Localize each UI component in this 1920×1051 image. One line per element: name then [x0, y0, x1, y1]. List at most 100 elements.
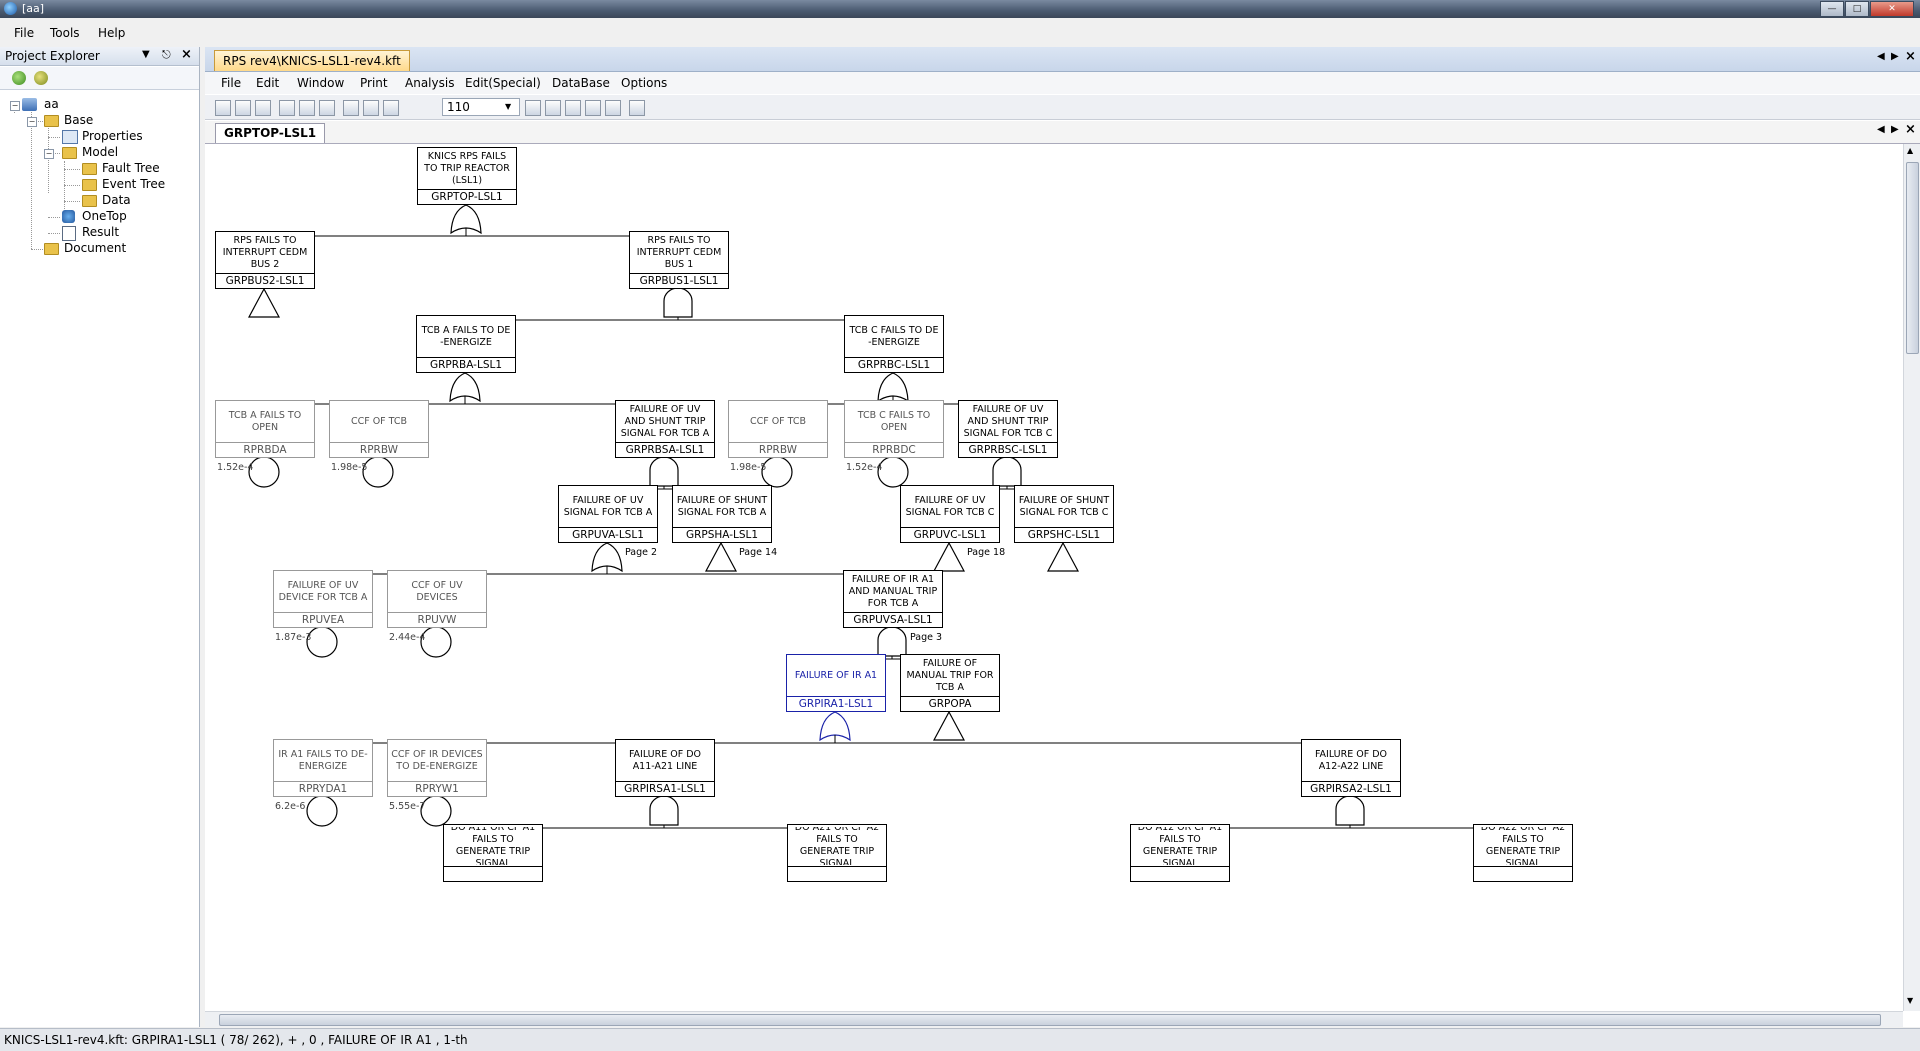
event-id: GRPRBSA-LSL1 [616, 442, 714, 458]
event-box-shc[interactable]: FAILURE OF SHUNT SIGNAL FOR TCB C GRPSHC-… [1014, 485, 1114, 543]
maximize-icon[interactable]: □ [1845, 1, 1869, 17]
dropdown-arrow-icon[interactable]: ▼ [142, 49, 150, 60]
tree-node-label: Properties [82, 129, 143, 143]
event-id: RPRYDA1 [274, 781, 372, 797]
event-box-rba[interactable]: TCB A FAILS TO DE -ENERGIZE GRPRBA-LSL1 [416, 315, 516, 373]
event-box-do-a11[interactable]: DO A11 OR CP A1 FAILS TO GENERATE TRIP S… [443, 824, 543, 882]
event-box-do-a22[interactable]: DO A22 OR CP A2 FAILS TO GENERATE TRIP S… [1473, 824, 1573, 882]
doc-menu-window[interactable]: Window [297, 76, 344, 90]
event-id: GRPRBC-LSL1 [845, 357, 943, 373]
print-icon[interactable] [279, 100, 295, 116]
open-icon[interactable] [215, 100, 231, 116]
event-box-uvw[interactable]: CCF OF UV DEVICES RPUVW [387, 570, 487, 628]
doc-menu-edit-special[interactable]: Edit(Special) [465, 76, 541, 90]
event-box-ryda1[interactable]: IR A1 FAILS TO DE- ENERGIZE RPRYDA1 [273, 739, 373, 797]
tool-a-icon[interactable] [525, 100, 541, 116]
event-box-sha[interactable]: FAILURE OF SHUNT SIGNAL FOR TCB A GRPSHA-… [672, 485, 772, 543]
export-icon[interactable] [319, 100, 335, 116]
event-box-rbsa[interactable]: FAILURE OF UV AND SHUNT TRIP SIGNAL FOR … [615, 400, 715, 458]
event-description: KNICS RPS FAILS TO TRIP REACTOR (LSL1) [424, 151, 510, 186]
page-tab[interactable]: GRPTOP-LSL1 [215, 123, 326, 143]
close-icon[interactable]: ✕ [1870, 1, 1914, 17]
event-box-rbc[interactable]: TCB C FAILS TO DE -ENERGIZE GRPRBC-LSL1 [844, 315, 944, 373]
doc-menu-analysis[interactable]: Analysis [405, 76, 454, 90]
close-page-icon[interactable]: × [1905, 122, 1916, 137]
window-title: [aa] [22, 2, 45, 15]
collapse-icon[interactable]: − [27, 117, 37, 127]
event-box-rbdc[interactable]: TCB C FAILS TO OPEN RPRBDC [844, 400, 944, 458]
scroll-down-icon[interactable]: ▼ [1907, 996, 1913, 1005]
event-box-rbsc[interactable]: FAILURE OF UV AND SHUNT TRIP SIGNAL FOR … [958, 400, 1058, 458]
event-box-rbda[interactable]: TCB A FAILS TO OPEN RPRBDA [215, 400, 315, 458]
fault-tree-canvas[interactable]: KNICS RPS FAILS TO TRIP REACTOR (LSL1) GR… [205, 144, 1903, 1011]
tab-scroll-left-icon[interactable]: ◀ [1877, 51, 1885, 62]
event-id: RPUVEA [274, 612, 372, 628]
tool-b-icon[interactable] [605, 100, 621, 116]
vertical-scroll-thumb[interactable] [1906, 162, 1919, 354]
tree-node-label: Base [64, 113, 94, 127]
event-box-irsa1[interactable]: FAILURE OF DO A11-A21 LINE GRPIRSA1-LSL1 [615, 739, 715, 797]
find-icon[interactable] [343, 100, 359, 116]
grid-icon[interactable] [383, 100, 399, 116]
vertical-scrollbar[interactable]: ▲ ▼ [1903, 144, 1920, 1011]
document-tab[interactable]: RPS rev4\KNICS-LSL1-rev4.kft [214, 50, 410, 71]
database-icon[interactable] [255, 100, 271, 116]
menu-tools[interactable]: Tools [50, 26, 80, 40]
minimize-icon[interactable]: — [1820, 1, 1844, 17]
event-box-do-a21[interactable]: DO A21 OR CP A2 FAILS TO GENERATE TRIP S… [787, 824, 887, 882]
event-box-rbw1[interactable]: CCF OF TCB RPRBW [329, 400, 429, 458]
collapse-icon[interactable]: − [10, 101, 20, 111]
back-icon[interactable] [12, 71, 26, 85]
event-id [788, 866, 886, 882]
horizontal-scroll-thumb[interactable] [219, 1014, 1881, 1026]
collapse-icon[interactable]: − [44, 149, 54, 159]
event-box-do-a12[interactable]: DO A12 OR CP A1 FAILS TO GENERATE TRIP S… [1130, 824, 1230, 882]
event-box-uvc[interactable]: FAILURE OF UV SIGNAL FOR TCB C GRPUVC-LSL… [900, 485, 1000, 543]
event-box-top[interactable]: KNICS RPS FAILS TO TRIP REACTOR (LSL1) GR… [417, 147, 517, 205]
save-icon[interactable] [235, 100, 251, 116]
probability-label: 6.2e-6 [275, 801, 306, 812]
event-description: CCF OF IR DEVICES TO DE-ENERGIZE [391, 749, 483, 772]
pin-icon[interactable]: ⎋ [162, 48, 171, 62]
event-description: DO A12 OR CP A1 FAILS TO GENERATE TRIP S… [1137, 827, 1223, 865]
document-toolbar: 110 ▼ [205, 95, 1920, 120]
page-scroll-left-icon[interactable]: ◀ [1877, 124, 1885, 135]
event-box-rbw2[interactable]: CCF OF TCB RPRBW [728, 400, 828, 458]
paste-icon[interactable] [585, 100, 601, 116]
replace-icon[interactable] [363, 100, 379, 116]
event-box-ira1[interactable]: FAILURE OF IR A1 GRPIRA1-LSL1 [786, 654, 886, 712]
event-box-uvsa[interactable]: FAILURE OF IR A1 AND MANUAL TRIP FOR TCB… [843, 570, 943, 628]
event-box-bus1[interactable]: RPS FAILS TO INTERRUPT CEDM BUS 1 GRPBUS1… [629, 231, 729, 289]
event-box-bus2[interactable]: RPS FAILS TO INTERRUPT CEDM BUS 2 GRPBUS2… [215, 231, 315, 289]
event-id: RPRBDC [845, 442, 943, 458]
properties-icon [62, 130, 78, 144]
doc-menu-print[interactable]: Print [360, 76, 388, 90]
zoom-select[interactable]: 110 ▼ [442, 98, 520, 116]
print-preview-icon[interactable] [299, 100, 315, 116]
cut-icon[interactable] [545, 100, 561, 116]
event-box-irsa2[interactable]: FAILURE OF DO A12-A22 LINE GRPIRSA2-LSL1 [1301, 739, 1401, 797]
event-description: FAILURE OF UV SIGNAL FOR TCB C [905, 495, 995, 518]
refresh-icon[interactable] [34, 71, 48, 85]
doc-menu-edit[interactable]: Edit [256, 76, 279, 90]
menu-file[interactable]: File [14, 26, 34, 40]
calculator-icon[interactable] [629, 100, 645, 116]
scroll-up-icon[interactable]: ▲ [1907, 146, 1913, 155]
close-panel-icon[interactable]: × [181, 47, 192, 62]
page-scroll-right-icon[interactable]: ▶ [1891, 124, 1899, 135]
event-description: CCF OF UV DEVICES [411, 580, 463, 603]
menu-help[interactable]: Help [98, 26, 125, 40]
copy-icon[interactable] [565, 100, 581, 116]
close-document-icon[interactable]: × [1905, 49, 1916, 64]
event-box-uvea[interactable]: FAILURE OF UV DEVICE FOR TCB A RPUVEA [273, 570, 373, 628]
tab-scroll-right-icon[interactable]: ▶ [1891, 51, 1899, 62]
event-box-ryw1[interactable]: CCF OF IR DEVICES TO DE-ENERGIZE RPRYW1 [387, 739, 487, 797]
event-box-uva[interactable]: FAILURE OF UV SIGNAL FOR TCB A GRPUVA-LSL… [558, 485, 658, 543]
tree-node-label: Document [64, 241, 127, 255]
horizontal-scrollbar[interactable] [205, 1011, 1903, 1027]
event-description: CCF OF TCB [350, 416, 408, 427]
doc-menu-options[interactable]: Options [621, 76, 667, 90]
doc-menu-database[interactable]: DataBase [552, 76, 610, 90]
event-box-opa[interactable]: FAILURE OF MANUAL TRIP FOR TCB A GRPOPA [900, 654, 1000, 712]
doc-menu-file[interactable]: File [221, 76, 241, 90]
